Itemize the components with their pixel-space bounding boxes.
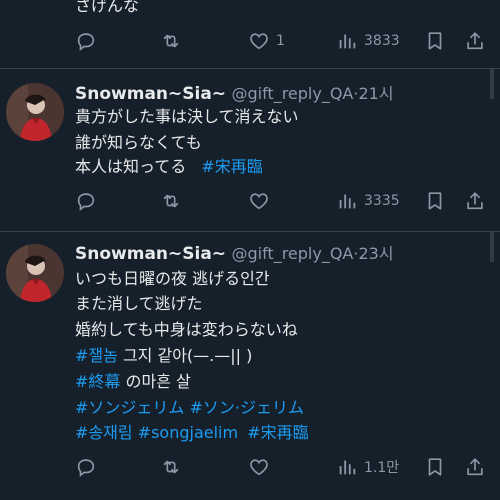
like-button[interactable] (248, 455, 270, 479)
reply-button[interactable] (75, 189, 97, 213)
bookmark-icon (424, 30, 446, 52)
tweet-text-line: いつも日曜の夜 逃げる인간 (75, 269, 270, 288)
tweet-text: 本人は知ってる (75, 157, 187, 176)
user-handle[interactable]: @gift_reply_QA (231, 244, 353, 263)
share-icon (464, 190, 486, 212)
hashtag-link[interactable]: #終幕 (75, 372, 120, 391)
reply-icon (75, 456, 97, 478)
tweet-text-line: 貴方がした事は決して消えない (75, 107, 299, 126)
views-count: 1.1만 (364, 460, 400, 476)
tweet-text: の마흔 살 (120, 372, 191, 391)
hashtag-link[interactable]: #ソン·ジェリム (190, 398, 305, 417)
retweet-button[interactable] (160, 29, 182, 53)
tweet-text-line: また消して逃げた (75, 294, 203, 313)
reply-icon (75, 30, 97, 52)
hashtag-link[interactable]: #宋再臨 (247, 423, 308, 442)
user-handle[interactable]: @gift_reply_QA (231, 84, 353, 103)
share-icon (464, 456, 486, 478)
tweet-text-tail: さげんな (75, 0, 140, 15)
hashtag-link[interactable]: #ソンジェリム (75, 398, 184, 417)
like-icon (248, 456, 270, 478)
share-button[interactable] (464, 29, 486, 53)
tweet[interactable]: Snowman~Sia~ @gift_reply_QA·21시 貴方がした事は決… (0, 69, 500, 231)
tweet-text-line: #잴놈 그지 같아(—.—|| ) (75, 345, 252, 367)
bookmark-icon (424, 456, 446, 478)
retweet-icon (160, 30, 182, 52)
tweet-header: Snowman~Sia~ @gift_reply_QA·23시 (75, 242, 394, 266)
retweet-button[interactable] (160, 455, 182, 479)
retweet-button[interactable] (160, 189, 182, 213)
bookmark-button[interactable] (424, 455, 446, 479)
hashtag-link[interactable]: #송재림 (75, 423, 133, 442)
tweet-text-line: #終幕 の마흔 살 (75, 371, 191, 393)
views-icon (336, 456, 358, 478)
tweet-partial[interactable]: さげんな 1 3833 (0, 0, 500, 68)
like-icon (248, 30, 270, 52)
share-button[interactable] (464, 189, 486, 213)
like-button[interactable] (248, 189, 270, 213)
more-options-edge (490, 232, 494, 262)
views-count: 3833 (364, 33, 400, 49)
avatar[interactable] (6, 244, 64, 302)
share-icon (464, 30, 486, 52)
tweet-text-line: #송재림 #songjaelim #宋再臨 (75, 422, 309, 444)
tweet-text-line: 本人は知ってる #宋再臨 (75, 156, 263, 178)
retweet-icon (160, 190, 182, 212)
bookmark-icon (424, 190, 446, 212)
avatar[interactable] (6, 83, 64, 141)
hashtag-link[interactable]: #宋再臨 (201, 157, 262, 176)
timestamp[interactable]: 23시 (358, 244, 393, 263)
views-button[interactable]: 3335 (336, 189, 400, 213)
tweet-header: Snowman~Sia~ @gift_reply_QA·21시 (75, 82, 394, 106)
views-icon (336, 190, 358, 212)
timestamp[interactable]: 21시 (358, 84, 393, 103)
tweet-text-line: 婚約しても中身は変わらないね (75, 320, 298, 339)
reply-icon (75, 190, 97, 212)
views-button[interactable]: 1.1만 (336, 455, 399, 479)
reply-button[interactable] (75, 455, 97, 479)
tweet-text-line: #ソンジェリム #ソン·ジェリム (75, 397, 304, 419)
hashtag-link[interactable]: #잴놈 (75, 346, 118, 365)
reply-button[interactable] (75, 29, 97, 53)
like-count: 1 (276, 33, 285, 49)
views-icon (336, 30, 358, 52)
tweet[interactable]: Snowman~Sia~ @gift_reply_QA·23시 いつも日曜の夜 … (0, 232, 500, 500)
like-button[interactable]: 1 (248, 29, 285, 53)
like-icon (248, 190, 270, 212)
more-options-edge (490, 69, 494, 99)
bookmark-button[interactable] (424, 29, 446, 53)
views-button[interactable]: 3833 (336, 29, 400, 53)
hashtag-link[interactable]: #songjaelim (138, 423, 238, 442)
display-name[interactable]: Snowman~Sia~ (75, 84, 226, 104)
retweet-icon (160, 456, 182, 478)
views-count: 3335 (364, 193, 400, 209)
tweet-text-line: 誰が知らなくても (75, 133, 202, 152)
tweet-text: 그지 같아(—.—|| ) (117, 346, 253, 365)
share-button[interactable] (464, 455, 486, 479)
bookmark-button[interactable] (424, 189, 446, 213)
display-name[interactable]: Snowman~Sia~ (75, 244, 226, 264)
